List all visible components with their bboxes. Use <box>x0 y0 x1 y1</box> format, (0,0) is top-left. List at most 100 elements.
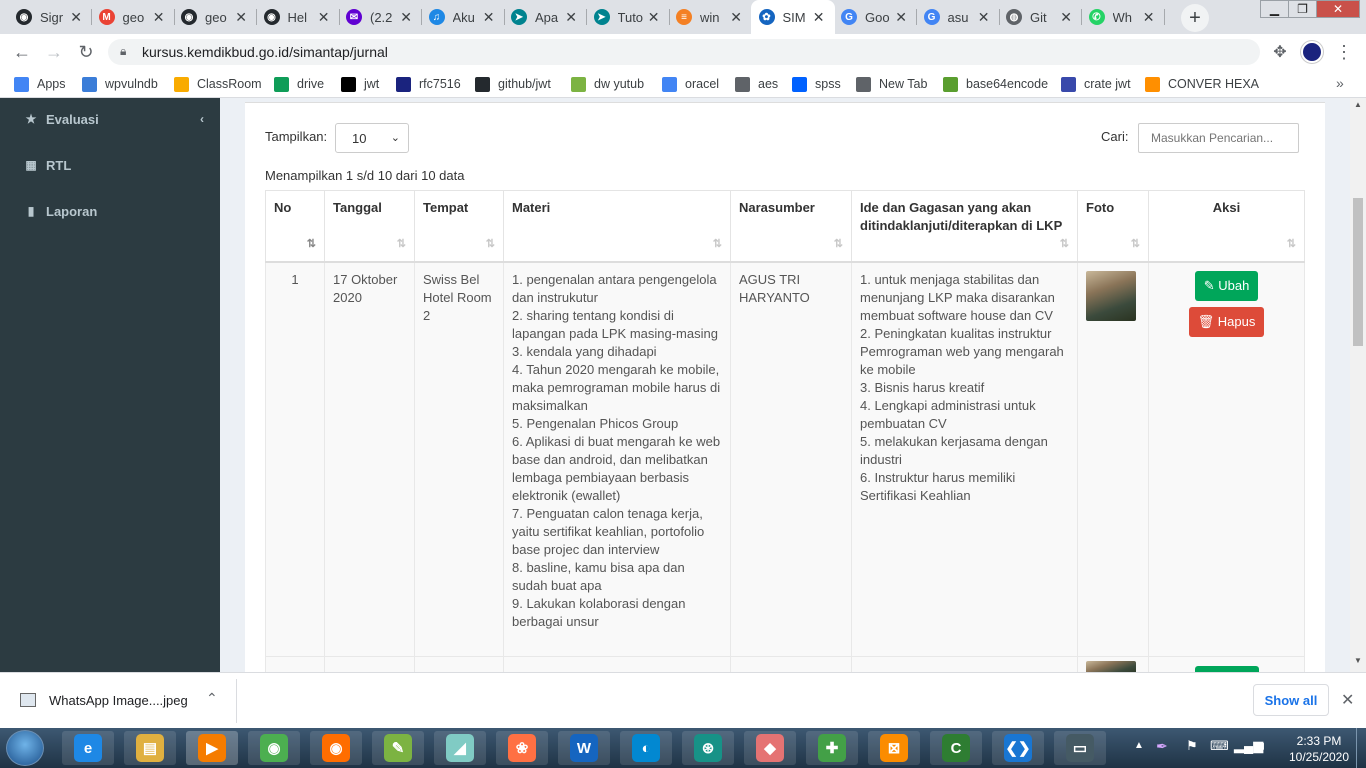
minimize-button[interactable]: ▁ <box>1260 0 1289 18</box>
notepad-plus-icon[interactable]: ✎ <box>372 731 424 765</box>
bookmark-item[interactable]: base64encode <box>943 75 1048 93</box>
download-filename[interactable]: WhatsApp Image....jpeg <box>49 693 188 708</box>
bookmark-item[interactable]: aes <box>735 75 778 93</box>
close-tab-icon[interactable]: ✕ <box>153 9 165 26</box>
browser-tab[interactable]: ≡ win ✕ <box>668 0 752 34</box>
bookmark-item[interactable]: drive <box>274 75 324 93</box>
word-icon[interactable]: W <box>558 731 610 765</box>
uc-browser-icon[interactable]: ❀ <box>496 731 548 765</box>
network-icon[interactable]: ▂▄▆ <box>1234 738 1263 754</box>
firefox-icon[interactable]: ◉ <box>310 731 362 765</box>
clock[interactable]: 2:33 PM 10/25/2020 <box>1288 733 1350 765</box>
column-header[interactable]: No ⇅ <box>265 190 325 263</box>
close-tab-icon[interactable]: ✕ <box>483 9 495 26</box>
restore-button[interactable]: ❐ <box>1288 0 1317 18</box>
close-tab-icon[interactable]: ✕ <box>318 9 330 26</box>
bookmark-item[interactable]: New Tab <box>856 75 927 93</box>
chrome-icon[interactable]: ◉ <box>248 731 300 765</box>
pen-icon[interactable]: ✒ <box>1156 738 1168 755</box>
edit-icon[interactable]: ◢ <box>434 731 486 765</box>
column-header[interactable]: Materi ⇅ <box>503 190 731 263</box>
browser-tab[interactable]: ◉ Sigr ✕ <box>8 0 92 34</box>
column-header[interactable]: Tempat ⇅ <box>414 190 504 263</box>
bookmark-item[interactable]: ClassRoom <box>174 75 262 93</box>
bookmark-item[interactable]: spss <box>792 75 841 93</box>
browser-tab[interactable]: G Goo ✕ <box>833 0 917 34</box>
device-icon[interactable]: ⌨ <box>1210 738 1229 754</box>
column-header[interactable]: Narasumber ⇅ <box>730 190 852 263</box>
scroll-up-icon[interactable]: ▲ <box>1354 100 1362 109</box>
flag-icon[interactable]: ⚑ <box>1186 738 1198 754</box>
bookmark-item[interactable]: dw yutub <box>571 75 644 93</box>
chevron-up-icon[interactable]: ⌃ <box>206 690 218 707</box>
bookmark-item[interactable]: CONVER HEXA <box>1145 75 1259 93</box>
close-tab-icon[interactable]: ✕ <box>813 9 825 26</box>
edit-button[interactable]: ✎ Ubah <box>1194 270 1259 301</box>
start-button[interactable] <box>6 730 44 766</box>
close-tab-icon[interactable]: ✕ <box>895 9 907 26</box>
scroll-down-icon[interactable]: ▼ <box>1354 656 1362 665</box>
bookmark-item[interactable]: wpvulndb <box>82 75 158 93</box>
browser-tab[interactable]: ◉ geo ✕ <box>173 0 257 34</box>
reload-icon[interactable]: ↻ <box>72 38 100 66</box>
ie-icon[interactable]: e <box>62 731 114 765</box>
show-desktop-button[interactable] <box>1356 728 1366 768</box>
bookmark-item[interactable]: jwt <box>341 75 379 93</box>
back-arrow-icon[interactable]: ← <box>8 38 36 66</box>
bookmark-item[interactable]: oracel <box>662 75 719 93</box>
bookmark-item[interactable]: rfc7516 <box>396 75 461 93</box>
search-input[interactable] <box>1138 123 1299 153</box>
browser-tab[interactable]: ✉ (2.2 ✕ <box>338 0 422 34</box>
column-header[interactable]: Aksi ⇅ <box>1148 190 1305 263</box>
gitkraken-icon[interactable]: ⊛ <box>682 731 734 765</box>
android-icon[interactable]: ✚ <box>806 731 858 765</box>
close-tab-icon[interactable]: ✕ <box>70 9 82 26</box>
close-icon[interactable]: ✕ <box>1341 690 1354 710</box>
participant-photo[interactable] <box>1086 270 1136 321</box>
new-tab-button[interactable]: + <box>1181 4 1209 32</box>
tray-arrow-icon[interactable]: ▲ <box>1134 740 1144 751</box>
chevron-right-icon[interactable]: » <box>1336 75 1344 91</box>
scrollbar-thumb[interactable] <box>1353 198 1363 346</box>
close-tab-icon[interactable]: ✕ <box>235 9 247 26</box>
volume-icon[interactable]: 🔈︎ <box>1260 738 1268 754</box>
browser-tab[interactable]: Mgeo ✕ <box>91 0 175 34</box>
close-tab-icon[interactable]: ✕ <box>730 9 742 26</box>
browser-tab[interactable]: Gasu ✕ <box>916 0 1000 34</box>
delete-button[interactable]: 🗑︎ Hapus <box>1188 306 1265 337</box>
forward-arrow-icon[interactable]: → <box>40 38 68 66</box>
close-tab-icon[interactable]: ✕ <box>1143 9 1155 26</box>
url-text[interactable]: kursus.kemdikbud.go.id/simantap/jurnal <box>142 44 388 60</box>
bookmark-item[interactable]: crate jwt <box>1061 75 1131 93</box>
browser-tab[interactable]: ◉ Hel ✕ <box>256 0 340 34</box>
explorer-icon[interactable]: ▤ <box>124 731 176 765</box>
edge-icon[interactable]: ◐ <box>620 731 672 765</box>
page-scrollbar[interactable]: ▲ ▼ <box>1350 98 1366 672</box>
bookmark-item[interactable]: Apps <box>14 75 66 93</box>
participant-photo[interactable] <box>1086 661 1136 672</box>
browser-tab[interactable]: ◍ Git ✕ <box>998 0 1082 34</box>
close-tab-icon[interactable]: ✕ <box>648 9 660 26</box>
terminal-icon[interactable]: ▭ <box>1054 731 1106 765</box>
extensions-puzzle-icon[interactable]: ✥ <box>1266 38 1294 66</box>
camtasia-icon[interactable]: C <box>930 731 982 765</box>
app-icon[interactable]: ◆ <box>744 731 796 765</box>
bookmark-item[interactable]: github/jwt <box>475 75 551 93</box>
media-player-icon[interactable]: ▶ <box>186 731 238 765</box>
sidebar-item-evaluasi[interactable]: ★ Evaluasi ‹ <box>24 109 204 129</box>
show-all-button[interactable]: Show all <box>1253 684 1329 716</box>
vscode-icon[interactable]: ❮❯ <box>992 731 1044 765</box>
browser-tab[interactable]: ✆ Wh ✕ <box>1081 0 1165 34</box>
column-header[interactable]: Ide dan Gagasan yang akan ditindaklanjut… <box>851 190 1078 263</box>
sidebar-item-rtl[interactable]: ▦ RTL <box>24 155 71 175</box>
browser-tab[interactable]: ➤ Tuto ✕ <box>586 0 670 34</box>
browser-tab[interactable]: ♫ Aku ✕ <box>421 0 505 34</box>
close-tab-icon[interactable]: ✕ <box>1060 9 1072 26</box>
close-tab-icon[interactable]: ✕ <box>400 9 412 26</box>
browser-tab[interactable]: ➤ Apa ✕ <box>503 0 587 34</box>
close-window-button[interactable]: ✕ <box>1316 0 1360 18</box>
sidebar-item-laporan[interactable]: ▮ Laporan <box>24 201 98 221</box>
profile-avatar[interactable] <box>1298 38 1326 66</box>
entries-select[interactable]: 10 ⌄ <box>335 123 409 153</box>
close-tab-icon[interactable]: ✕ <box>978 9 990 26</box>
